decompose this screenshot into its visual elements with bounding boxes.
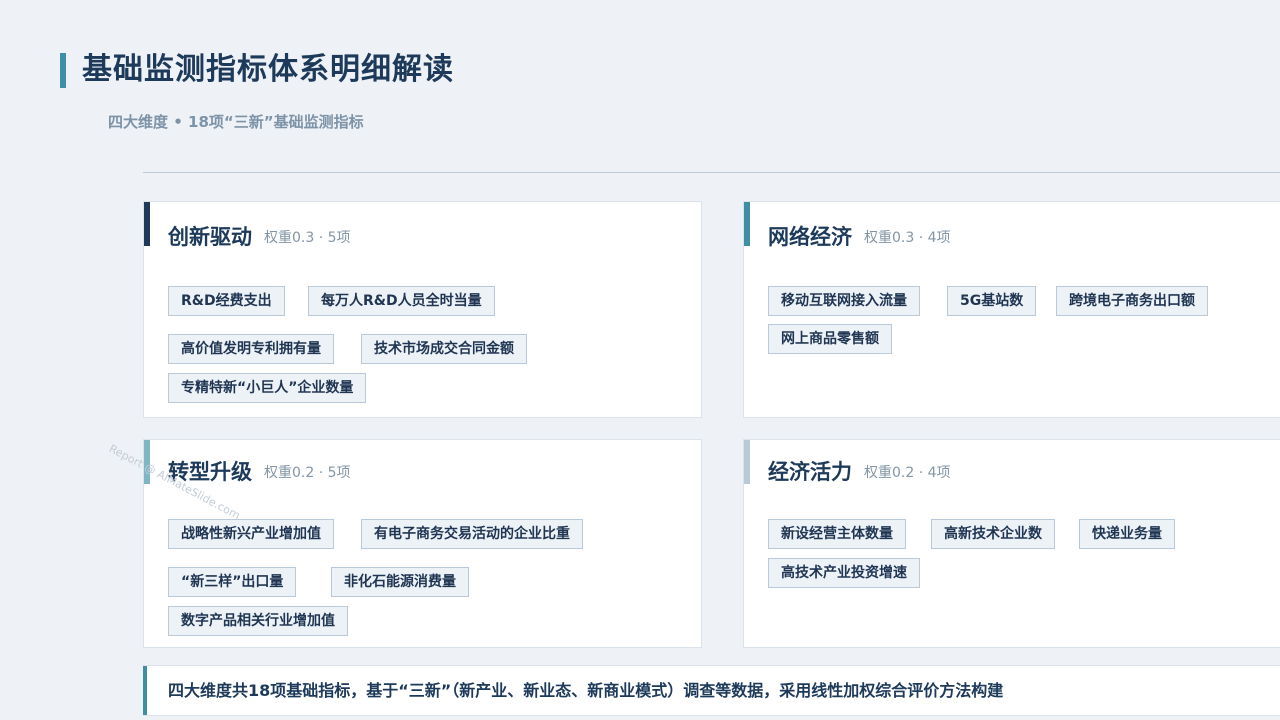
card-accent-bar: [744, 440, 750, 484]
indicator-tag: 高技术产业投资增速: [768, 558, 920, 588]
indicator-tag: 5G基站数: [947, 286, 1037, 316]
indicator-tag: 高价值发明专利拥有量: [168, 334, 334, 364]
indicator-tag: 技术市场成交合同金额: [361, 334, 527, 364]
indicator-tag: 快递业务量: [1079, 519, 1175, 549]
indicator-tag: 战略性新兴产业增加值: [168, 519, 334, 549]
page-subtitle: 四大维度 • 18项“三新”基础监测指标: [108, 113, 364, 131]
footer-accent-bar: [143, 666, 147, 715]
card-accent-bar: [744, 202, 750, 246]
header-divider: [143, 172, 1280, 173]
indicator-tag: 非化石能源消费量: [331, 567, 469, 597]
summary-text: 四大维度共18项基础指标，基于“三新”（新产业、新业态、新商业模式）调查等数据，…: [168, 681, 1004, 700]
card-weight-meta: 权重0.2 · 4项: [864, 465, 951, 481]
dimension-card-innovation: 创新驱动 权重0.3 · 5项 R&D经费支出 每万人R&D人员全时当量 高价值…: [143, 201, 702, 418]
title-accent-bar: [60, 53, 66, 88]
indicator-tag: 新设经营主体数量: [768, 519, 906, 549]
card-weight-meta: 权重0.3 · 4项: [864, 230, 951, 246]
card-accent-bar: [144, 202, 150, 246]
summary-footer: 四大维度共18项基础指标，基于“三新”（新产业、新业态、新商业模式）调查等数据，…: [143, 665, 1280, 716]
card-weight-meta: 权重0.3 · 5项: [264, 230, 351, 246]
dimension-card-network-economy: 网络经济 权重0.3 · 4项 移动互联网接入流量 5G基站数 跨境电子商务出口…: [743, 201, 1280, 418]
indicator-tag: 网上商品零售额: [768, 324, 892, 354]
card-weight-meta: 权重0.2 · 5项: [264, 465, 351, 481]
page-title: 基础监测指标体系明细解读: [82, 52, 454, 87]
indicator-tag: “新三样”出口量: [168, 567, 297, 597]
card-title: 经济活力: [768, 460, 852, 484]
indicator-tag: 每万人R&D人员全时当量: [308, 286, 495, 316]
indicator-tag: 有电子商务交易活动的企业比重: [361, 519, 583, 549]
indicator-tag: 高新技术企业数: [931, 519, 1055, 549]
indicator-tag: R&D经费支出: [168, 286, 285, 316]
card-title: 网络经济: [768, 225, 852, 249]
indicator-tag: 跨境电子商务出口额: [1056, 286, 1208, 316]
card-title: 创新驱动: [168, 225, 252, 249]
indicator-tag: 专精特新“小巨人”企业数量: [168, 373, 367, 403]
indicator-tag: 移动互联网接入流量: [768, 286, 920, 316]
dimension-card-transformation: 转型升级 权重0.2 · 5项 战略性新兴产业增加值 有电子商务交易活动的企业比…: [143, 439, 702, 648]
indicator-tag: 数字产品相关行业增加值: [168, 606, 348, 636]
dimension-card-economic-vitality: 经济活力 权重0.2 · 4项 新设经营主体数量 高新技术企业数 快递业务量 高…: [743, 439, 1280, 648]
